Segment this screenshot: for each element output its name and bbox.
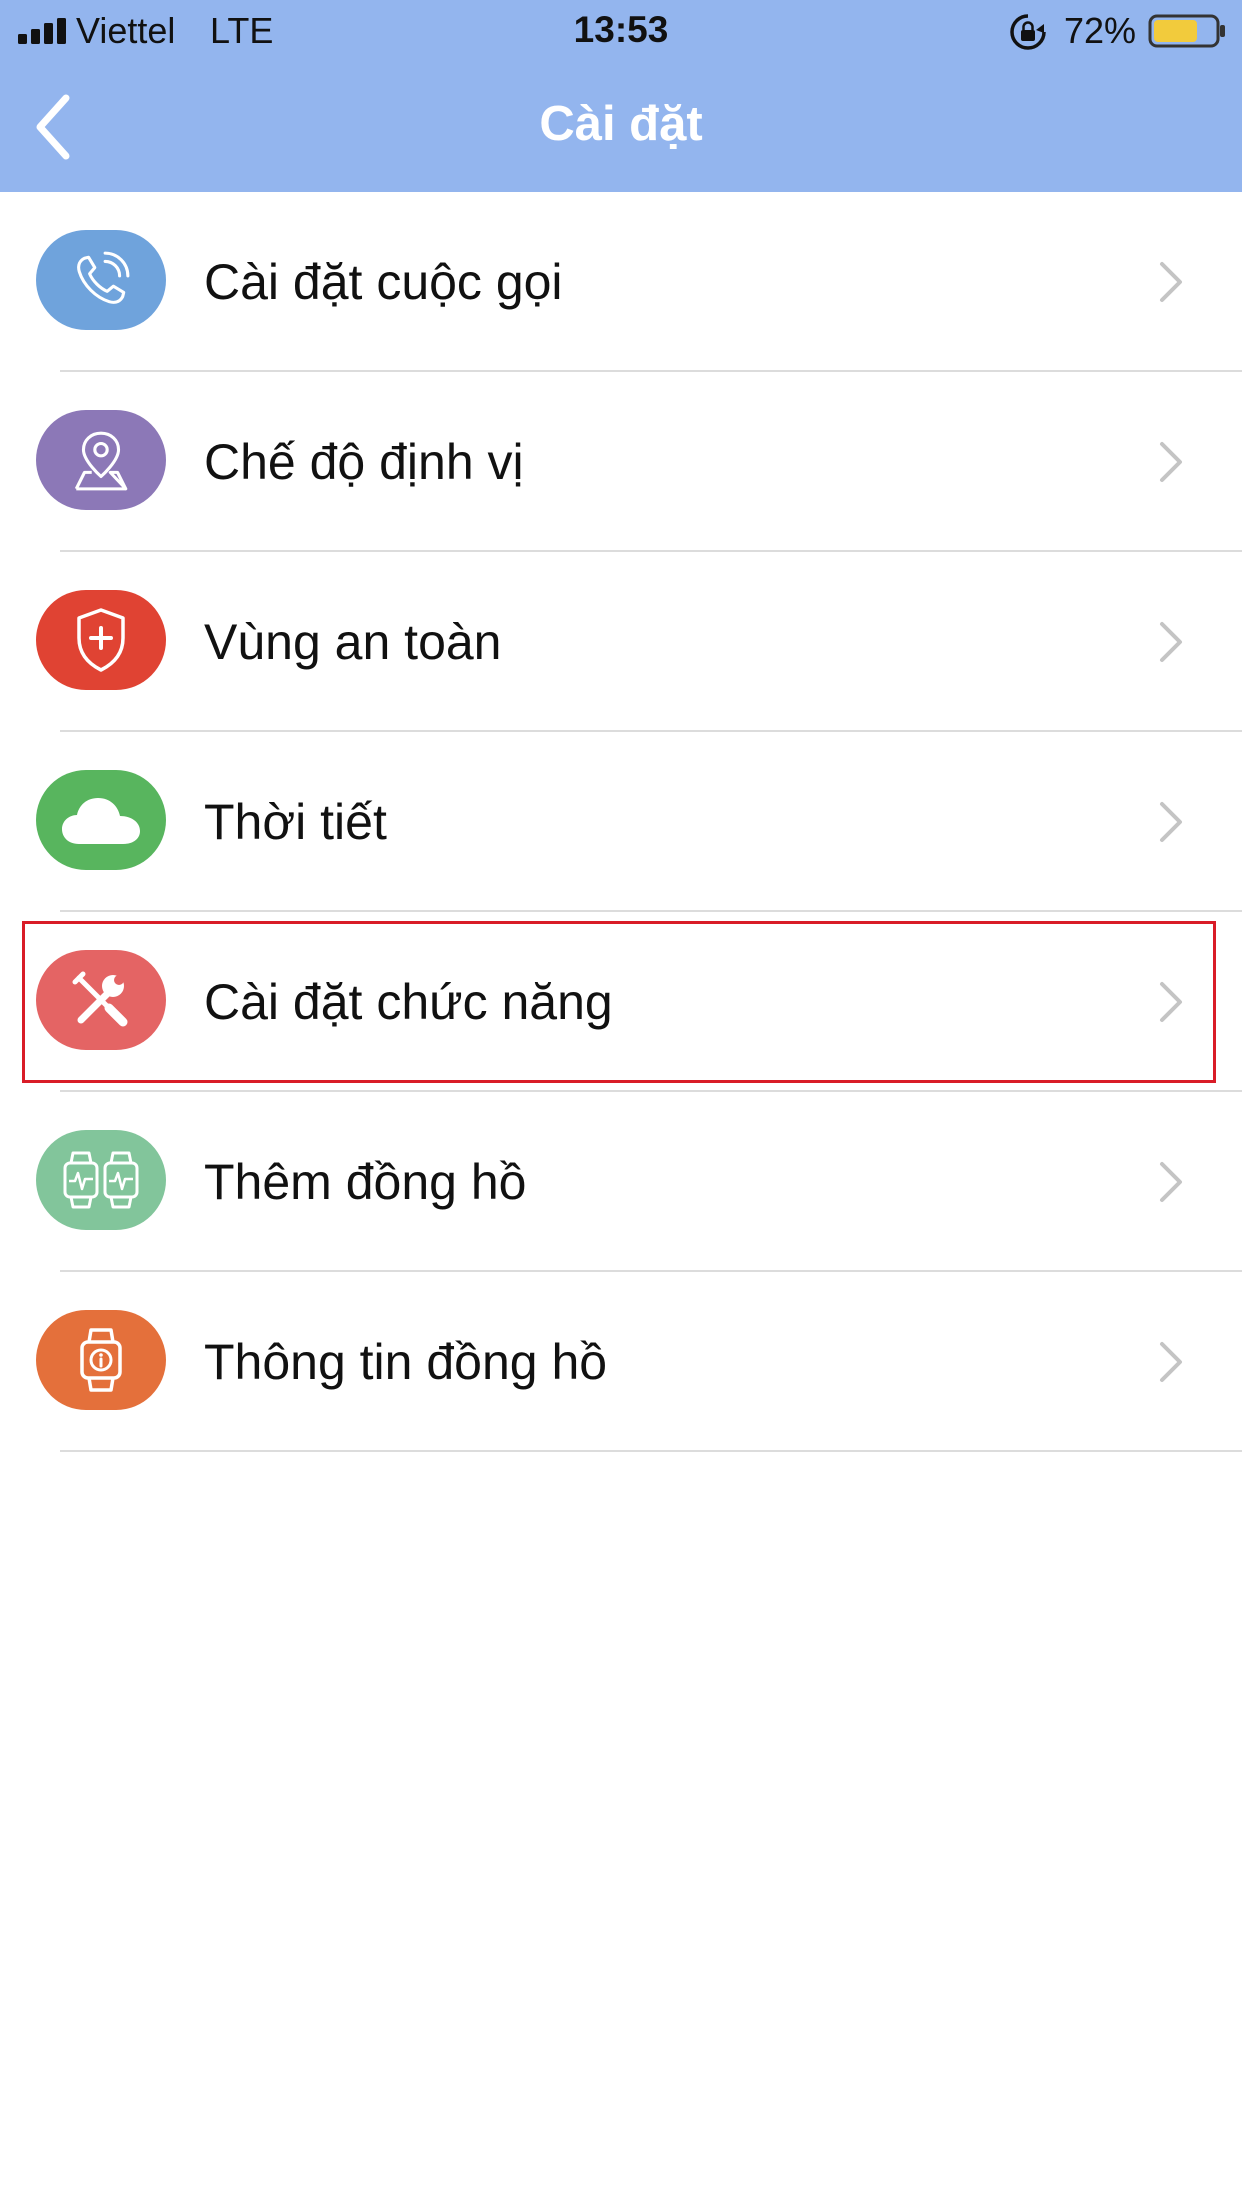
location-pin-icon [36, 410, 166, 510]
chevron-right-icon [1156, 440, 1186, 489]
settings-item-function-settings[interactable]: Cài đặt chức năng [0, 912, 1242, 1092]
settings-item-weather[interactable]: Thời tiết [0, 732, 1242, 912]
battery-icon [1148, 14, 1228, 53]
watch-info-icon [36, 1310, 166, 1410]
chevron-right-icon [1156, 1160, 1186, 1209]
settings-item-safe-zone[interactable]: Vùng an toàn [0, 552, 1242, 732]
chevron-right-icon [1156, 800, 1186, 849]
phone-icon [36, 230, 166, 330]
shield-icon [36, 590, 166, 690]
watches-icon [36, 1130, 166, 1230]
orientation-lock-icon [1008, 12, 1048, 57]
settings-item-label: Chế độ định vị [204, 434, 524, 490]
clock: 13:53 [573, 9, 669, 50]
settings-item-label: Thêm đồng hồ [204, 1154, 527, 1210]
chevron-right-icon [1156, 980, 1186, 1029]
settings-item-positioning-mode[interactable]: Chế độ định vị [0, 372, 1242, 552]
tools-icon [36, 950, 166, 1050]
settings-item-label: Cài đặt chức năng [204, 974, 613, 1030]
settings-item-label: Thông tin đồng hồ [204, 1334, 608, 1390]
cloud-icon [36, 770, 166, 870]
chevron-right-icon [1156, 620, 1186, 669]
page-title: Cài đặt [539, 97, 703, 151]
row-divider [60, 1450, 1242, 1452]
battery-percent: 72% [1064, 10, 1137, 51]
status-bar: Viettel LTE 13:53 72% [0, 0, 1242, 62]
settings-item-add-watch[interactable]: Thêm đồng hồ [0, 1092, 1242, 1272]
chevron-right-icon [1156, 260, 1186, 309]
settings-item-call-settings[interactable]: Cài đặt cuộc gọi [0, 192, 1242, 372]
settings-item-label: Cài đặt cuộc gọi [204, 254, 563, 310]
settings-item-watch-info[interactable]: Thông tin đồng hồ [0, 1272, 1242, 1452]
settings-item-label: Thời tiết [204, 794, 387, 850]
settings-list: Cài đặt cuộc gọi Chế độ định vị Vùng an … [0, 192, 1242, 1452]
settings-item-label: Vùng an toàn [204, 614, 502, 670]
header-bar: Viettel LTE 13:53 72% Cài đặt [0, 0, 1242, 192]
chevron-right-icon [1156, 1340, 1186, 1389]
